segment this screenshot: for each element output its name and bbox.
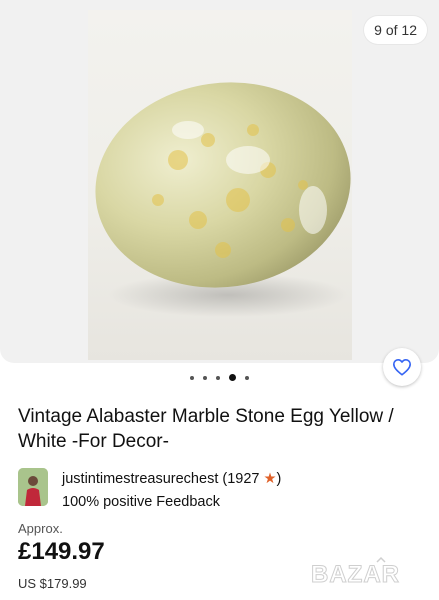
pagination-dot[interactable] — [203, 375, 207, 380]
egg-image — [95, 82, 351, 317]
image-gallery[interactable]: 9 of 12 — [0, 0, 439, 363]
gallery-pagination-dots — [0, 374, 439, 381]
seller-name[interactable]: justintimestreasurechest — [62, 471, 218, 487]
listing-title: Vintage Alabaster Marble Stone Egg Yello… — [18, 406, 394, 452]
price-usd: US $179.99 — [18, 576, 87, 591]
bazar-watermark-logo: BAZAR — [311, 556, 400, 589]
seller-info[interactable]: justintimestreasurechest (1927 ★) 100% p… — [18, 468, 418, 512]
star-icon: ★ — [263, 471, 277, 487]
person-photo-icon — [18, 468, 48, 506]
positive-feedback: 100% positive Feedback — [62, 494, 220, 510]
price: £149.97 — [18, 538, 105, 565]
seller-name-line[interactable]: justintimestreasurechest (1927 ★) — [62, 471, 281, 487]
approx-label: Approx. — [18, 521, 63, 536]
pagination-dot[interactable] — [245, 375, 249, 380]
feedback-score-close: ) — [276, 471, 282, 487]
pagination-dot[interactable] — [190, 375, 194, 380]
pagination-dot[interactable] — [216, 375, 220, 380]
product-photo-egg[interactable] — [88, 10, 352, 360]
pagination-dot-active[interactable] — [229, 374, 236, 381]
image-counter: 9 of 12 — [364, 16, 427, 44]
feedback-score: (1927 — [222, 471, 260, 487]
watermark-text: BAZAR — [311, 561, 400, 588]
seller-avatar[interactable] — [18, 468, 48, 506]
